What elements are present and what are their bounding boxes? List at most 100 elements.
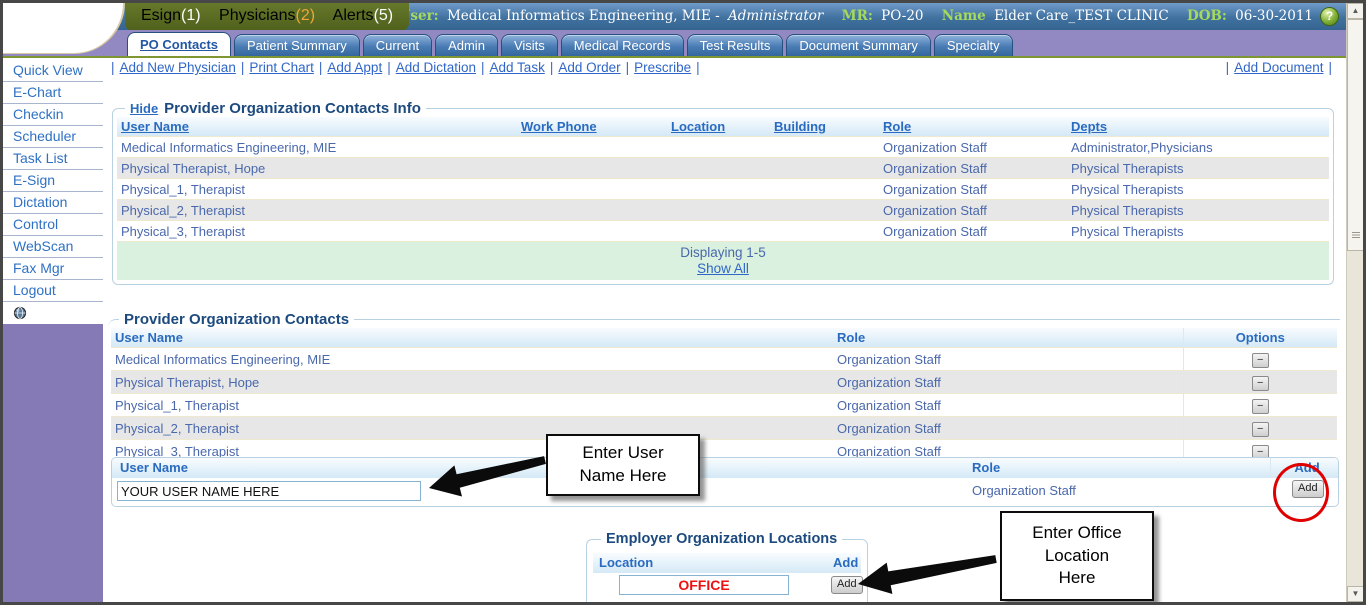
col-work-phone[interactable]: Work Phone [517, 117, 667, 137]
cell-user-name: Physical_1, Therapist [117, 179, 517, 200]
col-user-name[interactable]: User Name [117, 117, 517, 137]
separator: | [626, 60, 630, 75]
tab-medical-records[interactable]: Medical Records [561, 34, 684, 56]
table-row: Physical_1, Therapist Organization Staff… [111, 394, 1337, 417]
help-icon[interactable]: ? [1320, 7, 1339, 26]
main-content: HideProvider Organization Contacts Info … [106, 83, 1343, 602]
cell-options: − [1183, 394, 1337, 417]
cell-user-name: Medical Informatics Engineering, MIE [111, 348, 833, 371]
sidebar-item-quick-view[interactable]: Quick View [3, 60, 103, 82]
po-contacts-legend: Provider Organization Contacts [119, 311, 354, 328]
add-order-link[interactable]: Add Order [558, 60, 620, 75]
remove-contact-button[interactable]: − [1252, 422, 1269, 437]
sidebar-nav: Quick View E-Chart Checkin Scheduler Tas… [3, 60, 103, 602]
alerts-count: (5) [374, 7, 394, 24]
sidebar-item-fax-mgr[interactable]: Fax Mgr [3, 258, 103, 280]
esign-link[interactable]: Esign(1) [141, 7, 201, 24]
pager-row: Displaying 1-5 Show All [117, 242, 1329, 281]
show-all-link[interactable]: Show All [697, 261, 749, 276]
sidebar-item-task-list[interactable]: Task List [3, 148, 103, 170]
po-contacts-info-legend: HideProvider Organization Contacts Info [125, 100, 426, 117]
col-role: Role [833, 328, 1183, 348]
sidebar-item-e-sign[interactable]: E-Sign [3, 170, 103, 192]
cell-work-phone [517, 179, 667, 200]
add-dictation-link[interactable]: Add Dictation [396, 60, 476, 75]
sidebar-item-control[interactable]: Control [3, 214, 103, 236]
scroll-up-arrow-icon[interactable]: ▲ [1347, 3, 1364, 19]
user-name-input[interactable] [117, 481, 421, 501]
tab-test-results[interactable]: Test Results [687, 34, 784, 56]
col-options: Options [1183, 328, 1337, 348]
sidebar-item-checkin[interactable]: Checkin [3, 104, 103, 126]
separator: | [319, 60, 323, 75]
remove-contact-button[interactable]: − [1252, 399, 1269, 414]
scrollbar-thumb[interactable] [1347, 19, 1364, 251]
tab-visits[interactable]: Visits [501, 34, 558, 56]
add-task-link[interactable]: Add Task [490, 60, 545, 75]
user-role: Administrator [728, 8, 823, 24]
name-value: Elder Care_TEST CLINIC [994, 8, 1169, 24]
cell-role: Organization Staff [833, 417, 1183, 440]
webchart-app: User: Medical Informatics Engineering, M… [0, 0, 1366, 605]
action-link-bar: | Add New Physician | Print Chart | Add Appt |… [106, 60, 1343, 83]
mr-value: PO-20 [881, 8, 923, 24]
add-appt-link[interactable]: Add Appt [327, 60, 382, 75]
mr-label: MR: [842, 8, 873, 24]
remove-contact-button[interactable]: − [1252, 353, 1269, 368]
pager-cell: Displaying 1-5 Show All [117, 242, 1329, 281]
table-row: Physical_2, Therapist Organization Staff… [111, 417, 1337, 440]
print-chart-link[interactable]: Print Chart [249, 60, 314, 75]
add-new-physician-link[interactable]: Add New Physician [120, 60, 236, 75]
location-input[interactable] [619, 575, 789, 595]
cell-depts: Physical Therapists [1067, 200, 1329, 221]
prescribe-link[interactable]: Prescribe [634, 60, 691, 75]
patient-context-bar: User: Medical Informatics Engineering, M… [385, 3, 1313, 30]
employer-locations-panel: Employer Organization Locations Location… [586, 531, 868, 602]
tab-po-contacts[interactable]: PO Contacts [127, 32, 231, 56]
cell-user-name: Physical Therapist, Hope [111, 371, 833, 394]
name-label: Name [942, 8, 986, 24]
separator: | [1328, 60, 1332, 75]
cell-role: Organization Staff [833, 371, 1183, 394]
sidebar-item-scheduler[interactable]: Scheduler [3, 126, 103, 148]
scroll-down-arrow-icon[interactable]: ▼ [1347, 586, 1364, 602]
cell-user-name: Physical_2, Therapist [117, 200, 517, 221]
cell-options: − [1183, 348, 1337, 371]
chart-tab-bar: PO Contacts Patient Summary Current Admi… [3, 30, 1346, 58]
employer-locations-legend: Employer Organization Locations [601, 531, 842, 547]
add-contact-row: Organization Staff Add [112, 478, 1338, 506]
remove-contact-button[interactable]: − [1252, 376, 1269, 391]
hide-link[interactable]: Hide [130, 101, 158, 116]
cell-user-name: Medical Informatics Engineering, MIE [117, 137, 517, 158]
cell-role: Organization Staff [833, 348, 1183, 371]
sidebar-item-logout[interactable]: Logout [3, 280, 103, 302]
tab-patient-summary[interactable]: Patient Summary [234, 34, 360, 56]
sidebar-item-e-chart[interactable]: E-Chart [3, 82, 103, 104]
cell-depts: Physical Therapists [1067, 158, 1329, 179]
add-button-highlight-circle [1273, 463, 1329, 522]
esign-count: (1) [181, 7, 201, 24]
separator: | [111, 60, 115, 75]
displaying-count: Displaying 1-5 [117, 245, 1329, 260]
vertical-scrollbar[interactable]: ▲ ▼ [1346, 3, 1363, 602]
col-depts[interactable]: Depts [1067, 117, 1329, 137]
tab-current[interactable]: Current [363, 34, 432, 56]
col-building[interactable]: Building [770, 117, 879, 137]
col-location[interactable]: Location [667, 117, 770, 137]
web-icon[interactable] [3, 302, 103, 324]
add-document-link[interactable]: Add Document [1234, 60, 1323, 75]
col-role[interactable]: Role [879, 117, 1067, 137]
cell-role: Organization Staff [833, 394, 1183, 417]
separator: | [696, 60, 700, 75]
sidebar-item-dictation[interactable]: Dictation [3, 192, 103, 214]
sidebar-item-webscan[interactable]: WebScan [3, 236, 103, 258]
cell-work-phone [517, 221, 667, 242]
cell-location [667, 221, 770, 242]
cell-role: Organization Staff [879, 179, 1067, 200]
tab-document-summary[interactable]: Document Summary [786, 34, 930, 56]
sidebar-filler [3, 324, 103, 602]
alerts-link[interactable]: Alerts(5) [333, 7, 393, 24]
tab-specialty[interactable]: Specialty [934, 34, 1013, 56]
physicians-link[interactable]: Physicians(2) [219, 7, 315, 24]
tab-admin[interactable]: Admin [435, 34, 498, 56]
